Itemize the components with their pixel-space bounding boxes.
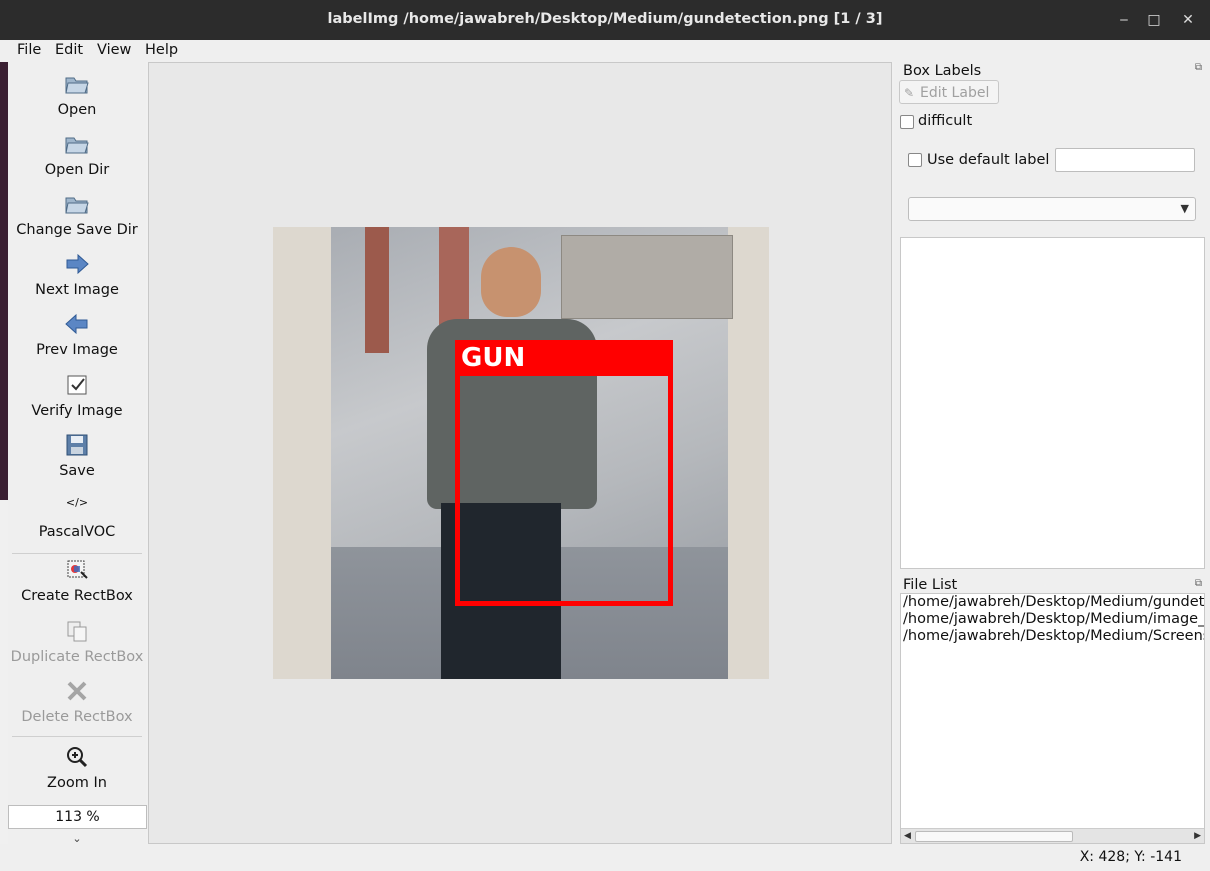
change-save-dir-label: Change Save Dir <box>16 222 138 238</box>
open-label: Open <box>57 102 97 118</box>
open-dir-button[interactable]: Open Dir <box>8 132 146 178</box>
verify-image-label: Verify Image <box>31 403 123 419</box>
next-image-button[interactable]: Next Image <box>8 252 146 298</box>
file-list-item[interactable]: /home/jawabreh/Desktop/Medium/Screenshot… <box>901 628 1204 645</box>
file-list-item[interactable]: /home/jawabreh/Desktop/Medium/image_63.p… <box>901 611 1204 628</box>
floppy-disk-icon <box>66 434 88 456</box>
right-panel: Box Labels ⧉ ✎ Edit Label difficult Use … <box>894 62 1210 844</box>
bounding-box-label: GUN <box>455 340 673 376</box>
menu-help[interactable]: Help <box>145 42 178 58</box>
label-list[interactable] <box>900 237 1205 569</box>
create-rectbox-button[interactable]: Create RectBox <box>8 558 146 604</box>
format-label: PascalVOC <box>38 524 116 540</box>
menu-bar: File Edit View Help <box>0 40 1210 62</box>
close-icon[interactable]: ✕ <box>1178 10 1198 30</box>
delete-rectbox-button[interactable]: Delete RectBox <box>8 679 146 725</box>
duplicate-rectbox-label: Duplicate RectBox <box>10 649 144 665</box>
scroll-right-icon[interactable]: ▶ <box>1194 829 1201 843</box>
dock-float-icon[interactable]: ⧉ <box>1195 578 1202 589</box>
box-labels-title: Box Labels <box>903 63 982 79</box>
default-label-input[interactable] <box>1055 148 1195 172</box>
duplicate-rectbox-button[interactable]: Duplicate RectBox <box>8 619 146 665</box>
use-default-label-text: Use default label <box>927 152 1050 168</box>
prev-image-label: Prev Image <box>36 342 118 358</box>
arrow-left-icon <box>65 313 88 335</box>
use-default-label-checkbox[interactable] <box>908 153 922 167</box>
background-terminal-strip <box>0 62 8 500</box>
edit-label-text: Edit Label <box>920 85 990 101</box>
save-button[interactable]: Save <box>8 433 146 479</box>
edit-icon: ✎ <box>904 86 915 100</box>
scrollbar-thumb[interactable] <box>915 831 1073 842</box>
difficult-label: difficult <box>918 113 973 129</box>
folder-open-icon <box>65 137 89 154</box>
file-list[interactable]: /home/jawabreh/Desktop/Medium/gundetecti… <box>900 593 1205 844</box>
create-rectbox-icon <box>67 560 88 579</box>
title-bar: labelImg /home/jawabreh/Desktop/Medium/g… <box>0 0 1210 40</box>
open-dir-label: Open Dir <box>44 162 110 178</box>
next-image-label: Next Image <box>35 282 119 298</box>
file-list-title: File List <box>903 577 958 593</box>
chevron-down-icon: ▼ <box>1180 202 1189 215</box>
folder-open-icon <box>65 77 89 94</box>
window-title: labelImg /home/jawabreh/Desktop/Medium/g… <box>327 11 883 27</box>
prev-image-button[interactable]: Prev Image <box>8 312 146 358</box>
checkbox-checked-icon <box>67 375 87 395</box>
arrow-right-icon <box>66 253 89 275</box>
zoom-in-label: Zoom In <box>47 775 107 791</box>
toolbar-separator <box>12 553 142 554</box>
file-list-item[interactable]: /home/jawabreh/Desktop/Medium/gundetecti… <box>901 594 1204 611</box>
create-rectbox-label: Create RectBox <box>21 588 133 604</box>
horizontal-scrollbar[interactable]: ◀ ▶ <box>901 828 1204 843</box>
code-icon: </> <box>65 496 89 509</box>
zoom-in-icon <box>67 747 88 768</box>
image-canvas[interactable]: GUN <box>148 62 892 844</box>
open-button[interactable]: Open <box>8 72 146 118</box>
annotated-image[interactable]: GUN <box>273 227 769 679</box>
toolbar-separator <box>12 736 142 737</box>
status-bar: X: 428; Y: -141 <box>0 844 1210 871</box>
delete-icon <box>67 681 87 701</box>
format-button[interactable]: </> PascalVOC <box>8 496 146 540</box>
menu-file[interactable]: File <box>17 42 41 58</box>
delete-rectbox-label: Delete RectBox <box>21 709 133 725</box>
zoom-in-button[interactable]: Zoom In <box>8 745 146 791</box>
verify-image-button[interactable]: Verify Image <box>8 373 146 419</box>
menu-edit[interactable]: Edit <box>55 42 83 58</box>
change-save-dir-button[interactable]: Change Save Dir <box>8 192 146 238</box>
label-combo-box[interactable]: ▼ <box>908 197 1196 221</box>
toolbar: Open Open Dir Change Save Dir Next Image… <box>8 62 147 845</box>
cursor-coordinates: X: 428; Y: -141 <box>1079 849 1182 865</box>
edit-label-button[interactable]: ✎ Edit Label <box>899 80 999 104</box>
menu-view[interactable]: View <box>97 42 131 58</box>
folder-open-icon <box>65 197 89 214</box>
bounding-box[interactable] <box>455 340 673 606</box>
scroll-left-icon[interactable]: ◀ <box>904 829 911 843</box>
maximize-icon[interactable]: □ <box>1144 10 1164 30</box>
difficult-checkbox[interactable] <box>900 115 914 129</box>
save-label: Save <box>59 463 95 479</box>
minimize-icon[interactable]: ‒ <box>1114 10 1134 30</box>
dock-float-icon[interactable]: ⧉ <box>1195 62 1202 73</box>
duplicate-icon <box>67 621 87 642</box>
zoom-value-spinbox[interactable]: 113 % <box>8 805 147 829</box>
